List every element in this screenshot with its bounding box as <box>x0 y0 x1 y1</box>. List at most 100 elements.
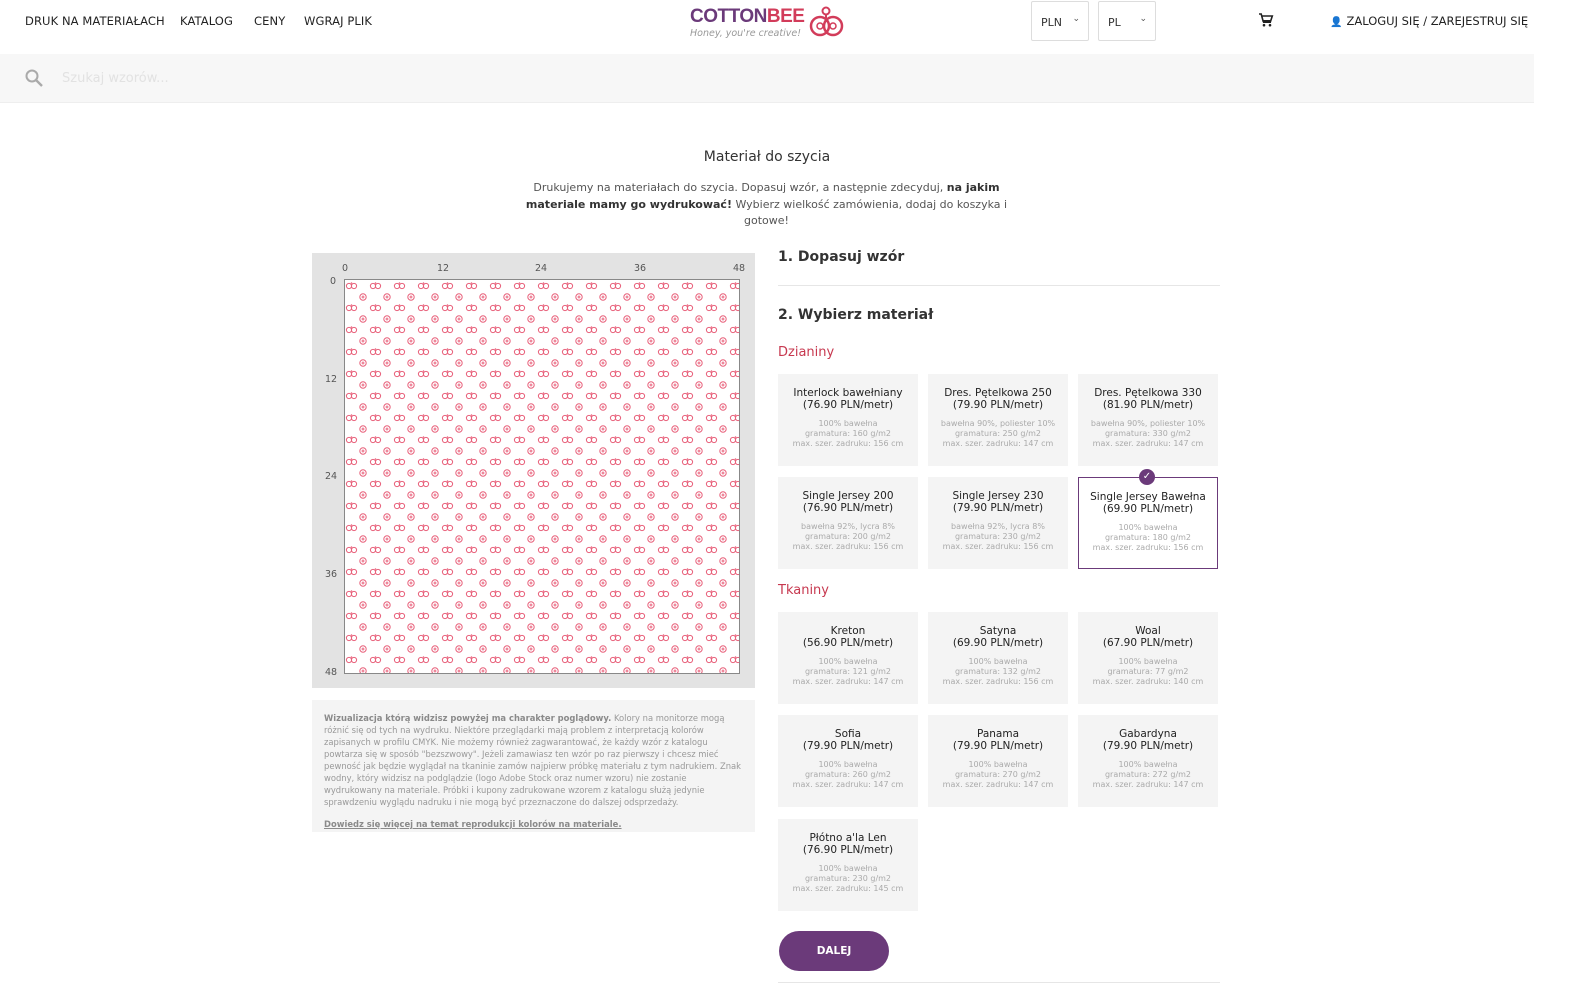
material-weight: gramatura: 270 g/m2 <box>954 770 1042 779</box>
material-composition: bawełna 90%, poliester 10% <box>1090 419 1206 428</box>
material-specs: 100% bawełna gramatura: 180 g/m2 max. szer… <box>1083 523 1213 553</box>
material-price: (76.90 PLN/metr) <box>802 502 894 514</box>
color-reproduction-link[interactable]: Dowiedz się więcej na temat reprodukcji … <box>324 818 743 830</box>
material-weight: gramatura: 230 g/m2 <box>954 532 1042 541</box>
material-name: Dres. Pętelkowa 250 (79.90 PLN/metr) <box>932 387 1064 411</box>
material-card[interactable]: Panama (79.90 PLN/metr) 100% bawełna gramat… <box>928 715 1068 807</box>
currency-select[interactable]: PLN ⌄ <box>1031 1 1089 41</box>
language-value: PL <box>1108 16 1121 29</box>
ruler-top-label: 36 <box>634 263 647 274</box>
ruler-top-label: 12 <box>437 263 450 274</box>
material-print-width: max. szer. zadruku: 147 cm <box>942 439 1054 448</box>
material-print-width: max. szer. zadruku: 147 cm <box>1092 439 1204 448</box>
material-price: (76.90 PLN/metr) <box>802 399 894 411</box>
material-name: Woal (67.90 PLN/metr) <box>1082 625 1214 649</box>
nav-link-upload-file[interactable]: WGRAJ PLIK <box>304 14 372 28</box>
material-print-width: max. szer. zadruku: 156 cm <box>792 542 904 551</box>
material-title: Woal <box>1135 625 1161 637</box>
material-price: (79.90 PLN/metr) <box>952 502 1044 514</box>
cart-icon[interactable] <box>1258 12 1274 28</box>
material-title: Sofia <box>834 728 862 740</box>
material-price: (69.90 PLN/metr) <box>1102 503 1194 515</box>
material-title: Single Jersey 200 <box>802 490 894 502</box>
material-composition: bawełna 90%, poliester 10% <box>940 419 1056 428</box>
material-composition: 100% bawełna <box>818 760 878 769</box>
material-title: Płótno a'la Len <box>809 832 887 844</box>
material-card[interactable]: Kreton (56.90 PLN/metr) 100% bawełna gramat… <box>778 612 918 704</box>
intro-text-1: Drukujemy na materiałach do szycia. Dopa… <box>533 181 947 194</box>
check-icon: ✓ <box>1139 469 1155 485</box>
material-price: (67.90 PLN/metr) <box>1102 637 1194 649</box>
chevron-down-icon: ⌄ <box>1139 14 1147 24</box>
language-select[interactable]: PL ⌄ <box>1098 1 1156 41</box>
material-print-width: max. szer. zadruku: 156 cm <box>792 439 904 448</box>
material-name: Single Jersey 230 (79.90 PLN/metr) <box>932 490 1064 514</box>
pattern-canvas[interactable] <box>344 279 740 674</box>
material-name: Dres. Pętelkowa 330 (81.90 PLN/metr) <box>1082 387 1214 411</box>
material-specs: 100% bawełna gramatura: 260 g/m2 max. szer… <box>782 760 914 790</box>
material-card[interactable]: Single Jersey 200 (76.90 PLN/metr) bawełna… <box>778 477 918 569</box>
currency-value: PLN <box>1041 16 1062 29</box>
material-weight: gramatura: 121 g/m2 <box>804 667 892 676</box>
material-card[interactable]: Single Jersey Bawełna (69.90 PLN/metr) 100… <box>1078 477 1218 569</box>
cottonbee-logo[interactable]: COTTONBEE Honey, you're creative! <box>690 4 850 44</box>
material-card[interactable]: Sofia (79.90 PLN/metr) 100% bawełna gramatu… <box>778 715 918 807</box>
material-print-width: max. szer. zadruku: 156 cm <box>1092 543 1204 552</box>
login-register-label: ZALOGUJ SIĘ / ZAREJESTRUJ SIĘ <box>1346 14 1529 28</box>
material-card[interactable]: Interlock bawełniany (76.90 PLN/metr) 100%… <box>778 374 918 466</box>
search-bar <box>0 54 1534 103</box>
material-composition: 100% bawełna <box>968 760 1028 769</box>
material-composition: 100% bawełna <box>818 657 878 666</box>
login-register-link[interactable]: 👤 ZALOGUJ SIĘ / ZAREJESTRUJ SIĘ <box>1330 14 1528 28</box>
search-input[interactable] <box>62 64 662 92</box>
material-weight: gramatura: 250 g/m2 <box>954 429 1042 438</box>
material-card[interactable]: Gabardyna (79.90 PLN/metr) 100% bawełna gra… <box>1078 715 1218 807</box>
material-card[interactable]: Satyna (69.90 PLN/metr) 100% bawełna gramat… <box>928 612 1068 704</box>
nav-link-catalog[interactable]: KATALOG <box>180 14 233 28</box>
material-print-width: max. szer. zadruku: 145 cm <box>792 884 904 893</box>
nav-link-print-on-fabric[interactable]: DRUK NA MATERIAŁACH <box>25 14 165 28</box>
page-title: Materiał do szycia <box>703 149 831 165</box>
bee-logo-icon <box>809 6 844 37</box>
material-specs: bawełna 90%, poliester 10% gramatura: 250… <box>932 419 1064 449</box>
material-card[interactable]: Dres. Pętelkowa 250 (79.90 PLN/metr) baweł… <box>928 374 1068 466</box>
material-card[interactable]: Płótno a'la Len (76.90 PLN/metr) 100% bawe… <box>778 819 918 911</box>
material-composition: 100% bawełna <box>1118 657 1178 666</box>
material-price: (56.90 PLN/metr) <box>802 637 894 649</box>
material-weight: gramatura: 180 g/m2 <box>1104 533 1192 542</box>
material-print-width: max. szer. zadruku: 147 cm <box>792 780 904 789</box>
material-card[interactable]: Woal (67.90 PLN/metr) 100% bawełna gramatur… <box>1078 612 1218 704</box>
material-title: Interlock bawełniany <box>793 387 903 399</box>
nav-link-prices[interactable]: CENY <box>254 14 285 28</box>
ruler-top-label: 48 <box>733 263 746 274</box>
ruler-left-label: 0 <box>330 276 337 287</box>
material-weight: gramatura: 77 g/m2 <box>1107 667 1189 676</box>
next-button[interactable]: DALEJ <box>779 931 889 971</box>
material-card[interactable]: Single Jersey 230 (79.90 PLN/metr) bawełna… <box>928 477 1068 569</box>
material-composition: 100% bawełna <box>818 864 878 873</box>
material-name: Single Jersey 200 (76.90 PLN/metr) <box>782 490 914 514</box>
material-weight: gramatura: 260 g/m2 <box>804 770 892 779</box>
material-weight: gramatura: 132 g/m2 <box>954 667 1042 676</box>
ruler-left-label: 12 <box>325 374 338 385</box>
logo-tagline: Honey, you're creative! <box>690 28 802 39</box>
logo-wordmark: COTTONBEE <box>690 6 805 28</box>
material-title: Single Jersey Bawełna <box>1090 491 1206 503</box>
step-1-title[interactable]: 1. Dopasuj wzór <box>778 249 904 265</box>
material-weight: gramatura: 200 g/m2 <box>804 532 892 541</box>
material-title: Satyna <box>979 625 1017 637</box>
material-title: Gabardyna <box>1119 728 1177 740</box>
material-print-width: max. szer. zadruku: 147 cm <box>942 780 1054 789</box>
material-title: Dres. Pętelkowa 330 <box>1094 387 1202 399</box>
material-weight: gramatura: 330 g/m2 <box>1104 429 1192 438</box>
material-specs: bawełna 92%, lycra 8% gramatura: 230 g/m2… <box>932 522 1064 552</box>
material-specs: 100% bawełna gramatura: 132 g/m2 max. szer… <box>932 657 1064 687</box>
bee-pattern-image <box>345 280 739 673</box>
material-card[interactable]: Dres. Pętelkowa 330 (81.90 PLN/metr) baweł… <box>1078 374 1218 466</box>
material-title: Single Jersey 230 <box>952 490 1044 502</box>
material-weight: gramatura: 160 g/m2 <box>804 429 892 438</box>
material-weight: gramatura: 230 g/m2 <box>804 874 892 883</box>
search-icon[interactable] <box>24 68 44 88</box>
pattern-preview: 0 12 24 36 48 0 12 24 36 48 <box>312 253 755 688</box>
logo-word-main: COTTON <box>690 6 767 27</box>
